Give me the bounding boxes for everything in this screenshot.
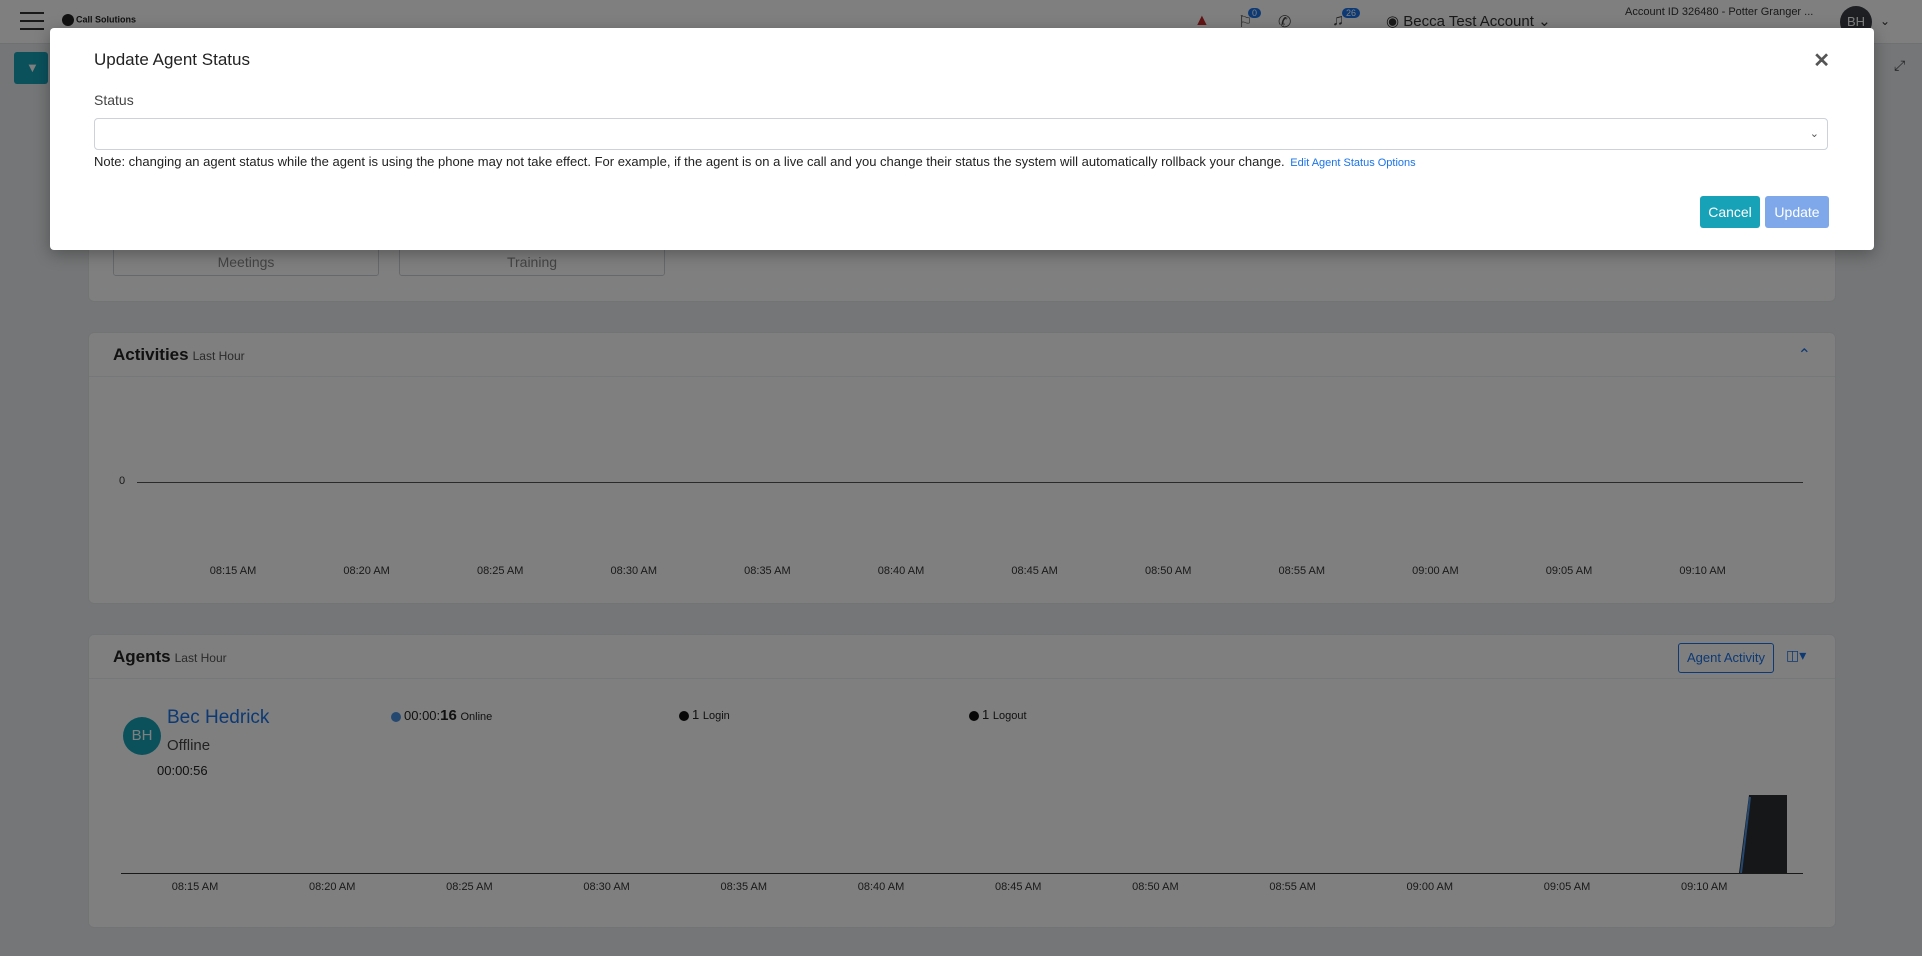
update-agent-status-modal: Update Agent Status ✕ Status ⌄ Note: cha…	[50, 28, 1874, 250]
modal-title: Update Agent Status	[94, 50, 250, 69]
status-select[interactable]: ⌄	[94, 118, 1828, 150]
edit-agent-status-options-link[interactable]: Edit Agent Status Options	[1290, 157, 1415, 169]
update-button[interactable]: Update	[1765, 196, 1829, 228]
chevron-down-icon: ⌄	[1809, 128, 1819, 140]
status-label: Status	[94, 92, 134, 108]
cancel-button[interactable]: Cancel	[1700, 196, 1760, 228]
modal-note: Note: changing an agent status while the…	[94, 154, 1416, 169]
close-icon[interactable]: ✕	[1813, 48, 1830, 73]
